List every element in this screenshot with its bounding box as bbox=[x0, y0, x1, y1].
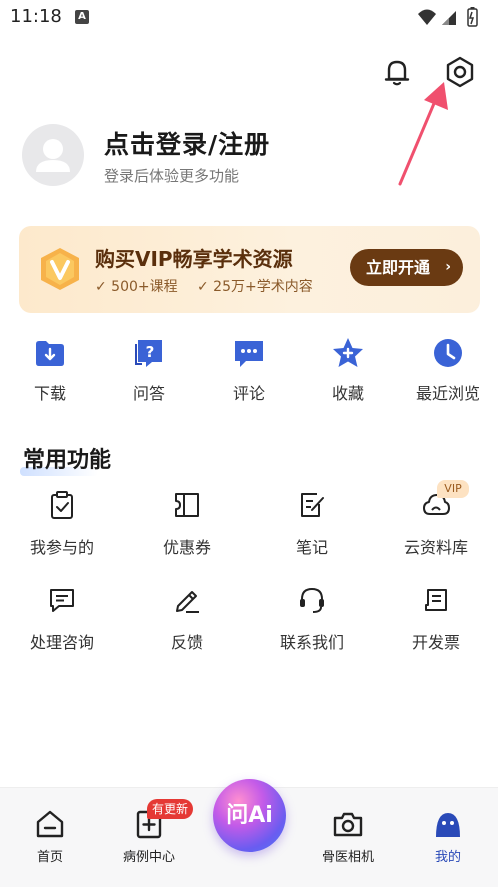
func-participated[interactable]: 我参与的 bbox=[7, 490, 117, 570]
nav-camera[interactable]: 骨医相机 bbox=[308, 808, 388, 865]
nav-mine[interactable]: 我的 bbox=[408, 808, 488, 865]
camera-icon bbox=[333, 812, 363, 837]
coupon-icon bbox=[175, 493, 199, 517]
star-icon bbox=[333, 338, 363, 367]
clock-icon bbox=[434, 339, 462, 367]
nav-home-label: 首页 bbox=[36, 850, 63, 865]
func-coupon[interactable]: 优惠券 bbox=[132, 490, 242, 570]
section-title: 常用功能 bbox=[23, 448, 112, 473]
quick-comment-label: 评论 bbox=[232, 384, 265, 403]
nav-home[interactable]: 首页 bbox=[10, 808, 90, 865]
quick-download-label: 下载 bbox=[33, 384, 66, 403]
login-title[interactable]: 点击登录/注册 bbox=[104, 125, 270, 161]
signal-battery-icon bbox=[418, 7, 478, 27]
clipboard-check-icon bbox=[51, 491, 73, 519]
note-edit-icon bbox=[301, 493, 324, 517]
status-time: 11:18 bbox=[10, 6, 62, 27]
invoice-icon bbox=[425, 589, 447, 611]
status-bar: 11:18 A bbox=[0, 0, 498, 36]
nav-camera-label: 骨医相机 bbox=[321, 850, 374, 865]
message-icon bbox=[50, 589, 74, 612]
nav-mine-label: 我的 bbox=[434, 850, 461, 865]
func-consult-label: 处理咨询 bbox=[29, 633, 94, 652]
func-contact-label: 联系我们 bbox=[279, 633, 344, 652]
vip-banner[interactable]: 购买VIP畅享学术资源 ✓ 500+课程 ✓ 25万+学术内容 立即开通 › bbox=[19, 226, 480, 313]
func-feedback[interactable]: 反馈 bbox=[132, 585, 242, 665]
download-folder-icon bbox=[36, 341, 64, 366]
vip-feature-content: ✓ 25万+学术内容 bbox=[197, 279, 313, 295]
func-notes[interactable]: 笔记 bbox=[257, 490, 367, 570]
pointer-arrow-icon bbox=[398, 82, 448, 186]
func-consult[interactable]: 处理咨询 bbox=[7, 585, 117, 665]
home-icon bbox=[36, 810, 64, 838]
chevron-right-icon: › bbox=[445, 259, 451, 275]
func-contact[interactable]: 联系我们 bbox=[257, 585, 367, 665]
quick-qa-label: 问答 bbox=[132, 384, 165, 403]
quick-comment[interactable]: 评论 bbox=[204, 336, 294, 408]
func-cloud-library-label: 云资料库 bbox=[403, 538, 468, 557]
func-invoice-label: 开发票 bbox=[411, 633, 460, 652]
status-indicator: A bbox=[75, 10, 89, 24]
func-notes-label: 笔记 bbox=[295, 538, 328, 557]
ask-ai-button[interactable]: 问Ai bbox=[213, 779, 286, 852]
func-coupon-label: 优惠券 bbox=[162, 538, 211, 557]
quick-download[interactable]: 下载 bbox=[5, 336, 95, 408]
func-cloud-library[interactable]: 云资料库 bbox=[381, 490, 491, 570]
question-icon: ? bbox=[135, 340, 162, 367]
quick-favorites[interactable]: 收藏 bbox=[303, 336, 393, 408]
vip-badge-icon bbox=[41, 248, 79, 290]
avatar[interactable] bbox=[22, 124, 84, 186]
login-subtitle: 登录后体验更多功能 bbox=[104, 167, 240, 185]
quick-favorites-label: 收藏 bbox=[331, 384, 364, 403]
update-badge: 有更新 bbox=[147, 799, 194, 819]
vip-open-label: 立即开通 bbox=[366, 258, 431, 277]
vip-feature-courses: ✓ 500+课程 bbox=[95, 279, 178, 295]
pen-icon bbox=[176, 591, 199, 613]
profile-icon bbox=[436, 813, 460, 837]
vip-title: 购买VIP畅享学术资源 bbox=[95, 247, 293, 271]
headset-icon bbox=[300, 587, 324, 613]
quick-recent[interactable]: 最近浏览 bbox=[403, 336, 493, 408]
func-invoice[interactable]: 开发票 bbox=[381, 585, 491, 665]
default-avatar-icon bbox=[36, 139, 70, 172]
quick-recent-label: 最近浏览 bbox=[415, 384, 480, 403]
quick-qa[interactable]: ? 问答 bbox=[104, 336, 194, 408]
nav-cases-label: 病例中心 bbox=[122, 850, 175, 865]
func-participated-label: 我参与的 bbox=[29, 538, 94, 557]
func-feedback-label: 反馈 bbox=[170, 633, 203, 652]
comment-icon bbox=[235, 341, 263, 367]
vip-open-button[interactable]: 立即开通 › bbox=[350, 249, 463, 286]
svg-text:?: ? bbox=[146, 343, 155, 361]
vip-tag-badge: VIP bbox=[437, 480, 469, 498]
